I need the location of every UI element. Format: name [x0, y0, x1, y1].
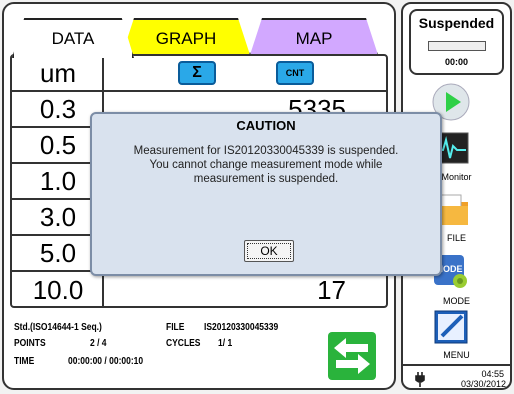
arrows-icon — [334, 338, 370, 374]
swap-button[interactable] — [328, 332, 376, 380]
dialog-message: Measurement for IS20120330045339 is susp… — [92, 144, 440, 186]
progress-bar — [428, 41, 486, 51]
ok-label: OK — [260, 244, 278, 258]
clock-time: 04:55 — [481, 369, 504, 379]
points-value: 2 / 4 — [90, 338, 107, 349]
state-label: Suspended — [418, 15, 495, 31]
cycles-value: 1/ 1 — [218, 338, 233, 349]
tab-graph[interactable]: GRAPH — [121, 18, 251, 58]
tab-map-label: MAP — [295, 29, 333, 48]
dialog-title: CAUTION — [236, 118, 296, 133]
dialog-line-1: Measurement for IS20120330045339 is susp… — [133, 145, 399, 157]
dialog-line-3: measurement is suspended. — [193, 173, 339, 185]
ok-button[interactable]: OK — [244, 240, 294, 262]
time-label: TIME — [14, 356, 35, 367]
cnt-label: CNT — [285, 68, 305, 78]
sum-button[interactable]: Σ — [178, 61, 216, 85]
cnt-button[interactable]: CNT — [276, 61, 314, 85]
time-value: 00:00:00 / 00:00:10 — [68, 356, 144, 367]
caution-dialog: CAUTION Measurement for IS20120330045339… — [90, 112, 442, 276]
points-label: POINTS — [14, 338, 46, 349]
size-cell: 10.0 — [14, 272, 104, 308]
unit-header: um — [14, 56, 104, 90]
cycles-label: CYCLES — [166, 338, 201, 349]
file-value: IS20120330045339 — [204, 322, 279, 333]
clock-date: 03/30/2012 — [460, 379, 506, 389]
state-timer: 00:00 — [444, 57, 469, 67]
mode-label: MODE — [443, 296, 470, 306]
menu-button[interactable] — [434, 310, 468, 344]
tab-data-label: DATA — [51, 29, 95, 48]
menu-pen-icon — [434, 310, 468, 344]
tab-data[interactable]: DATA — [12, 18, 134, 58]
status-area: Std.(ISO14644-1 Seq.) FILE IS20120330045… — [10, 314, 388, 388]
clock-area: 04:55 03/30/2012 — [403, 364, 510, 390]
tab-map[interactable]: MAP — [249, 18, 379, 58]
menu-label: MENU — [443, 350, 470, 360]
table-row: 10.0 17 — [12, 272, 386, 308]
table-header-row: um Σ CNT — [12, 56, 386, 92]
sigma-icon: Σ — [192, 64, 202, 81]
plug-icon — [415, 372, 425, 387]
state-box: Suspended 00:00 — [409, 9, 504, 75]
count-cell: 17 — [317, 274, 346, 305]
tab-graph-label: GRAPH — [155, 29, 217, 48]
standard-label: Std.(ISO14644-1 Seq.) — [14, 322, 102, 333]
dialog-line-2: You cannot change measurement mode while — [149, 159, 383, 171]
file-label: FILE — [166, 322, 185, 333]
